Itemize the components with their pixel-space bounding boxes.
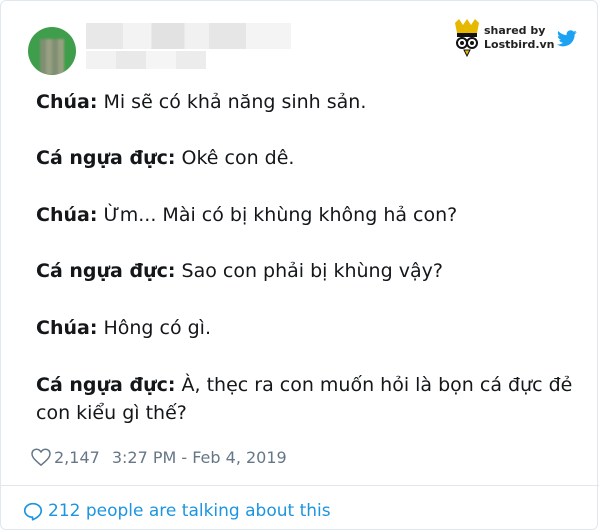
tweet-line-continuation: con kiểu gì thế? <box>36 402 187 424</box>
avatar[interactable] <box>28 27 76 75</box>
conversation-link[interactable]: 212 people are talking about this <box>23 499 331 523</box>
tweet-line: Cá ngựa đực: À, thẹc ra con muốn hỏi là … <box>36 371 572 399</box>
tweet-line: Cá ngựa đực: Sao con phải bị khùng vậy? <box>36 257 443 285</box>
handle-blurred[interactable] <box>86 51 206 69</box>
dialogue-text: Sao con phải bị khùng vậy? <box>175 260 443 282</box>
shared-by-label: shared by <box>484 24 546 37</box>
dialogue-text: Mi sẽ có khả năng sinh sản. <box>97 91 367 113</box>
like-count[interactable]: 2,147 <box>54 448 100 467</box>
twitter-bird-icon[interactable] <box>557 30 577 47</box>
lostbird-logo-icon <box>455 19 479 57</box>
speaker-label: Cá ngựa đực: <box>36 374 176 396</box>
conversation-count-text[interactable]: 212 people are talking about this <box>48 501 331 521</box>
tweet-line: Chúa: Mi sẽ có khả năng sinh sản. <box>36 88 366 116</box>
divider <box>1 485 599 486</box>
speaker-label: Chúa: <box>36 317 98 339</box>
avatar-blurred-face <box>40 39 64 75</box>
shared-by-watermark: shared by Lostbird.vn <box>453 19 583 59</box>
speaker-label: Cá ngựa đực: <box>36 147 176 169</box>
tweet-card: shared by Lostbird.vn Chúa: Mi sẽ có khả… <box>0 0 599 530</box>
dialogue-text: Okê con dê. <box>175 147 295 169</box>
speaker-label: Cá ngựa đực: <box>36 260 176 282</box>
tweet-line: Chúa: Ừm... Mài có bị khùng không hả con… <box>36 201 457 229</box>
speaker-label: Chúa: <box>36 91 98 113</box>
heart-icon[interactable] <box>31 448 51 466</box>
dialogue-text: Hông có gì. <box>97 317 212 339</box>
speaker-label: Chúa: <box>36 204 98 226</box>
tweet-timestamp[interactable]: 3:27 PM - Feb 4, 2019 <box>112 448 287 467</box>
tweet-line: Cá ngựa đực: Okê con dê. <box>36 144 294 172</box>
shared-by-site: Lostbird.vn <box>484 38 555 51</box>
dialogue-text: Ừm... Mài có bị khùng không hả con? <box>97 204 458 226</box>
speech-bubble-icon <box>23 502 43 521</box>
display-name-blurred[interactable] <box>86 23 291 49</box>
tweet-line: Chúa: Hông có gì. <box>36 314 211 342</box>
tweet-meta: 2,147 3:27 PM - Feb 4, 2019 <box>31 445 287 469</box>
dialogue-text: À, thẹc ra con muốn hỏi là bọn cá đực đẻ <box>175 374 573 396</box>
